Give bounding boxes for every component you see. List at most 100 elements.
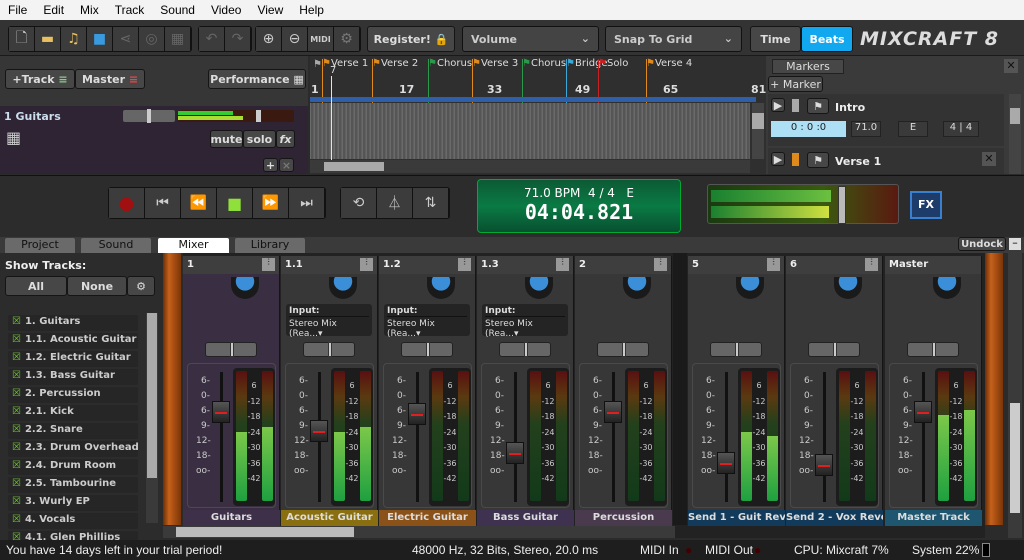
mixer-h-scrollbar[interactable] <box>163 526 675 538</box>
master-button[interactable]: Master ≡ <box>75 69 145 89</box>
input-value[interactable]: Stereo Mix (Rea...▾ <box>485 319 533 339</box>
pan-slider[interactable] <box>710 342 762 357</box>
marker-name[interactable]: Verse 1 <box>835 155 881 168</box>
checkbox-checked-icon[interactable]: ☒ <box>12 388 21 399</box>
track-list-item[interactable]: ☒ 2.4. Drum Room <box>8 459 138 475</box>
flag-icon[interactable]: ⚑ <box>807 152 829 168</box>
send-knob[interactable] <box>623 277 651 299</box>
pan-handle[interactable] <box>524 342 528 357</box>
open-music-folder-icon[interactable]: ♫ <box>61 27 87 51</box>
pan-handle[interactable] <box>833 342 837 357</box>
marker-flag[interactable]: ⚑Verse 4 <box>646 58 692 69</box>
new-file-icon[interactable]: 🗋 <box>9 27 35 51</box>
close-markers-icon[interactable]: ✕ <box>1004 59 1018 73</box>
channel-name[interactable]: Send 2 - Vox Reve... <box>786 510 883 526</box>
track-list-item[interactable]: ☒ 1.1. Acoustic Guitar <box>8 333 138 349</box>
channel-eq-icon[interactable]: ⫶ <box>767 258 780 271</box>
input-selector[interactable]: Input: Stereo Mix (Rea...▾ <box>384 304 470 339</box>
marker-item-intro[interactable]: ▶ ⚑ Intro 0 : 0 :0 71.0 E 4 | 4 <box>768 94 1004 146</box>
fx-button[interactable]: fx <box>276 130 295 148</box>
menu-help[interactable]: Help <box>291 3 332 17</box>
volume-fader[interactable] <box>604 400 622 423</box>
input-value[interactable]: Stereo Mix (Rea...▾ <box>387 319 435 339</box>
marker-key-field[interactable]: E <box>898 121 928 137</box>
pan-handle[interactable] <box>230 342 234 357</box>
send-knob[interactable] <box>736 277 764 299</box>
volume-fader[interactable] <box>310 420 328 442</box>
volume-fader[interactable] <box>914 400 932 423</box>
channel-name[interactable]: Percussion <box>575 510 672 526</box>
performance-button[interactable]: Performance ▦ <box>208 69 306 89</box>
mixer-v-scrollbar[interactable] <box>1008 253 1022 538</box>
remove-lane-button[interactable]: × <box>279 158 294 172</box>
menu-track[interactable]: Track <box>107 3 153 17</box>
metronome-icon[interactable]: ⏃ <box>377 188 413 218</box>
volume-fader[interactable] <box>212 400 230 423</box>
track-list-item[interactable]: ☒ 2.3. Drum Overhead <box>8 441 139 457</box>
track-list-item[interactable]: ☒ 4.1. Glen Phillips <box>8 531 138 540</box>
checkbox-checked-icon[interactable]: ☒ <box>12 370 21 381</box>
markers-scrollbar[interactable] <box>1009 94 1021 174</box>
add-marker-button[interactable]: + Marker <box>768 76 823 92</box>
tab-project[interactable]: Project <box>5 238 75 253</box>
pan-handle[interactable] <box>328 342 332 357</box>
fast-forward-icon[interactable]: ⏩ <box>253 188 289 218</box>
track-list-item[interactable]: ☒ 2.1. Kick <box>8 405 138 421</box>
pan-handle[interactable] <box>932 342 936 357</box>
marker-flag[interactable]: ⚑Chorus <box>428 58 472 69</box>
tab-library[interactable]: Library <box>235 238 305 253</box>
channel-eq-icon[interactable]: ⫶ <box>865 258 878 271</box>
pan-slider[interactable] <box>499 342 551 357</box>
menu-sound[interactable]: Sound <box>152 3 203 17</box>
checkbox-checked-icon[interactable]: ☒ <box>12 442 21 453</box>
send-knob[interactable] <box>231 277 259 299</box>
checkbox-checked-icon[interactable]: ☒ <box>12 352 21 363</box>
channel-eq-icon[interactable]: ⫶ <box>654 258 667 271</box>
menu-mix[interactable]: Mix <box>72 3 107 17</box>
track-pan-slider[interactable] <box>123 109 175 123</box>
play-marker-icon[interactable]: ▶ <box>771 152 785 166</box>
pan-slider[interactable] <box>303 342 355 357</box>
marker-signature-field[interactable]: 4 | 4 <box>943 121 979 137</box>
delete-marker-icon[interactable]: ✕ <box>982 152 996 166</box>
undock-button[interactable]: Undock <box>958 237 1006 251</box>
snap-dropdown[interactable]: Snap To Grid ⌄ <box>605 26 742 52</box>
sidebar-settings-gear-icon[interactable]: ⚙ <box>127 276 155 296</box>
redo-icon[interactable]: ↷ <box>225 27 251 51</box>
track-list-item[interactable]: ☒ 4. Vocals <box>8 513 138 529</box>
marker-bpm-field[interactable]: 71.0 <box>851 121 881 137</box>
checkbox-checked-icon[interactable]: ☒ <box>12 514 21 525</box>
channel-name[interactable]: Master Track <box>885 510 982 526</box>
pan-slider[interactable] <box>205 342 257 357</box>
track-list-item[interactable]: ☒ 3. Wurly EP <box>8 495 138 511</box>
channel-name[interactable]: Guitars <box>183 510 280 526</box>
pan-slider[interactable] <box>808 342 860 357</box>
marker-flag[interactable]: ⚑Chorus <box>522 58 566 69</box>
skip-to-end-icon[interactable]: ⏭ <box>289 188 325 218</box>
menu-view[interactable]: View <box>249 3 291 17</box>
fx-master-button[interactable]: FX <box>910 191 942 219</box>
stop-icon[interactable]: ■ <box>217 188 253 218</box>
zoom-in-icon[interactable]: ⊕ <box>256 27 282 51</box>
channel-name[interactable]: Bass Guitar <box>477 510 574 526</box>
input-selector[interactable]: Input: Stereo Mix (Rea...▾ <box>286 304 372 339</box>
solo-button[interactable]: solo <box>243 130 276 148</box>
checkbox-checked-icon[interactable]: ☒ <box>12 334 21 345</box>
input-selector[interactable]: Input: Stereo Mix (Rea...▾ <box>482 304 568 339</box>
mute-button[interactable]: mute <box>210 130 243 148</box>
timeline[interactable]: ⚑ ⚑Verse 1 ⚑Verse 2 ⚑Chorus ⚑Verse 3 ⚑Chorus ⚑… <box>310 56 766 174</box>
send-knob[interactable] <box>329 277 357 299</box>
checkbox-checked-icon[interactable]: ☒ <box>12 424 21 435</box>
volume-dropdown[interactable]: Volume ⌄ <box>462 26 599 52</box>
volume-fader[interactable] <box>408 403 426 426</box>
track-list-item[interactable]: ☒ 2.5. Tambourine <box>8 477 138 493</box>
track-list-item[interactable]: ☒ 1.2. Electric Guitar <box>8 351 138 367</box>
send-knob[interactable] <box>933 277 961 299</box>
send-knob[interactable] <box>834 277 862 299</box>
track-list-item[interactable]: ☒ 2. Percussion <box>8 387 138 403</box>
show-all-button[interactable]: All <box>5 276 67 296</box>
send-knob[interactable] <box>525 277 553 299</box>
checkbox-checked-icon[interactable]: ☒ <box>12 496 21 507</box>
zoom-out-icon[interactable]: ⊖ <box>282 27 308 51</box>
add-lane-button[interactable]: + <box>263 158 278 172</box>
